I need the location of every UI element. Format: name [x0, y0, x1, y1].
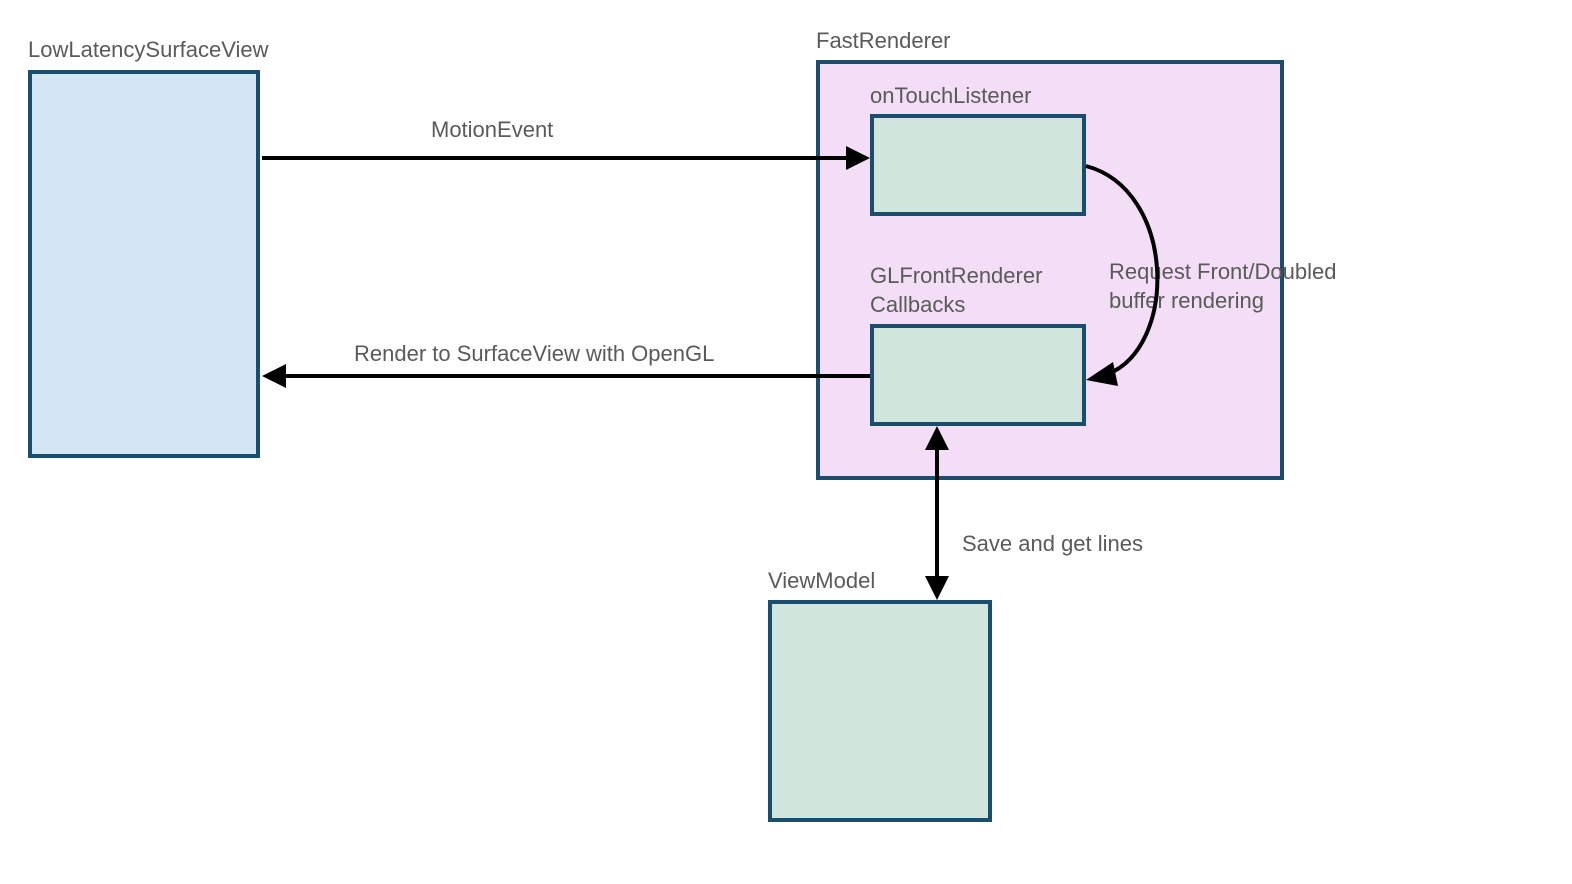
- low-latency-box: [28, 70, 260, 458]
- ontouch-box: [870, 114, 1086, 216]
- motion-event-label: MotionEvent: [431, 116, 553, 145]
- ontouch-label: onTouchListener: [870, 82, 1031, 111]
- save-lines-label: Save and get lines: [962, 530, 1143, 559]
- arrow-head-icon: [262, 364, 286, 388]
- request-buffer-label: Request Front/Doubled buffer rendering: [1109, 258, 1379, 315]
- viewmodel-label: ViewModel: [768, 567, 875, 596]
- arrow-head-icon: [925, 576, 949, 600]
- viewmodel-box: [768, 600, 992, 822]
- fast-renderer-label: FastRenderer: [816, 27, 951, 56]
- glfront-box: [870, 324, 1086, 426]
- glfront-label: GLFrontRenderer Callbacks: [870, 262, 1080, 319]
- low-latency-label: LowLatencySurfaceView: [28, 36, 269, 65]
- render-opengl-label: Render to SurfaceView with OpenGL: [354, 340, 714, 369]
